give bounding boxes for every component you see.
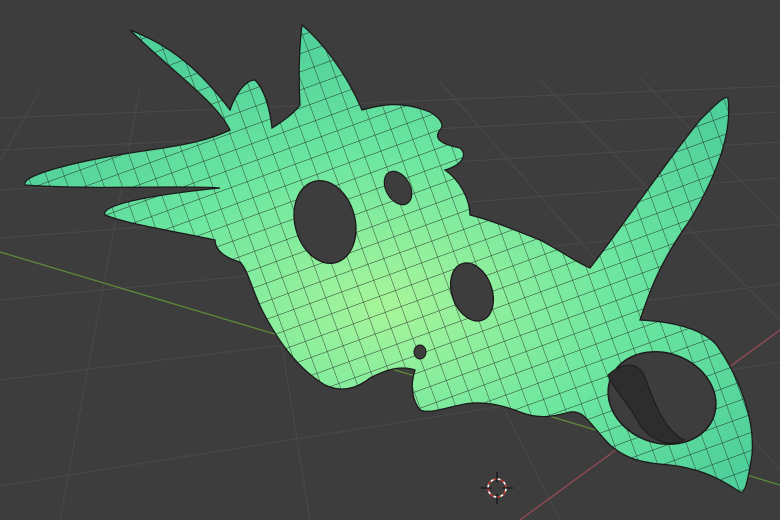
3d-cursor-icon[interactable] <box>481 472 513 504</box>
small-hole <box>413 344 427 360</box>
skull-mesh[interactable] <box>24 23 754 493</box>
viewport-canvas[interactable] <box>0 0 780 520</box>
3d-viewport[interactable] <box>0 0 780 520</box>
